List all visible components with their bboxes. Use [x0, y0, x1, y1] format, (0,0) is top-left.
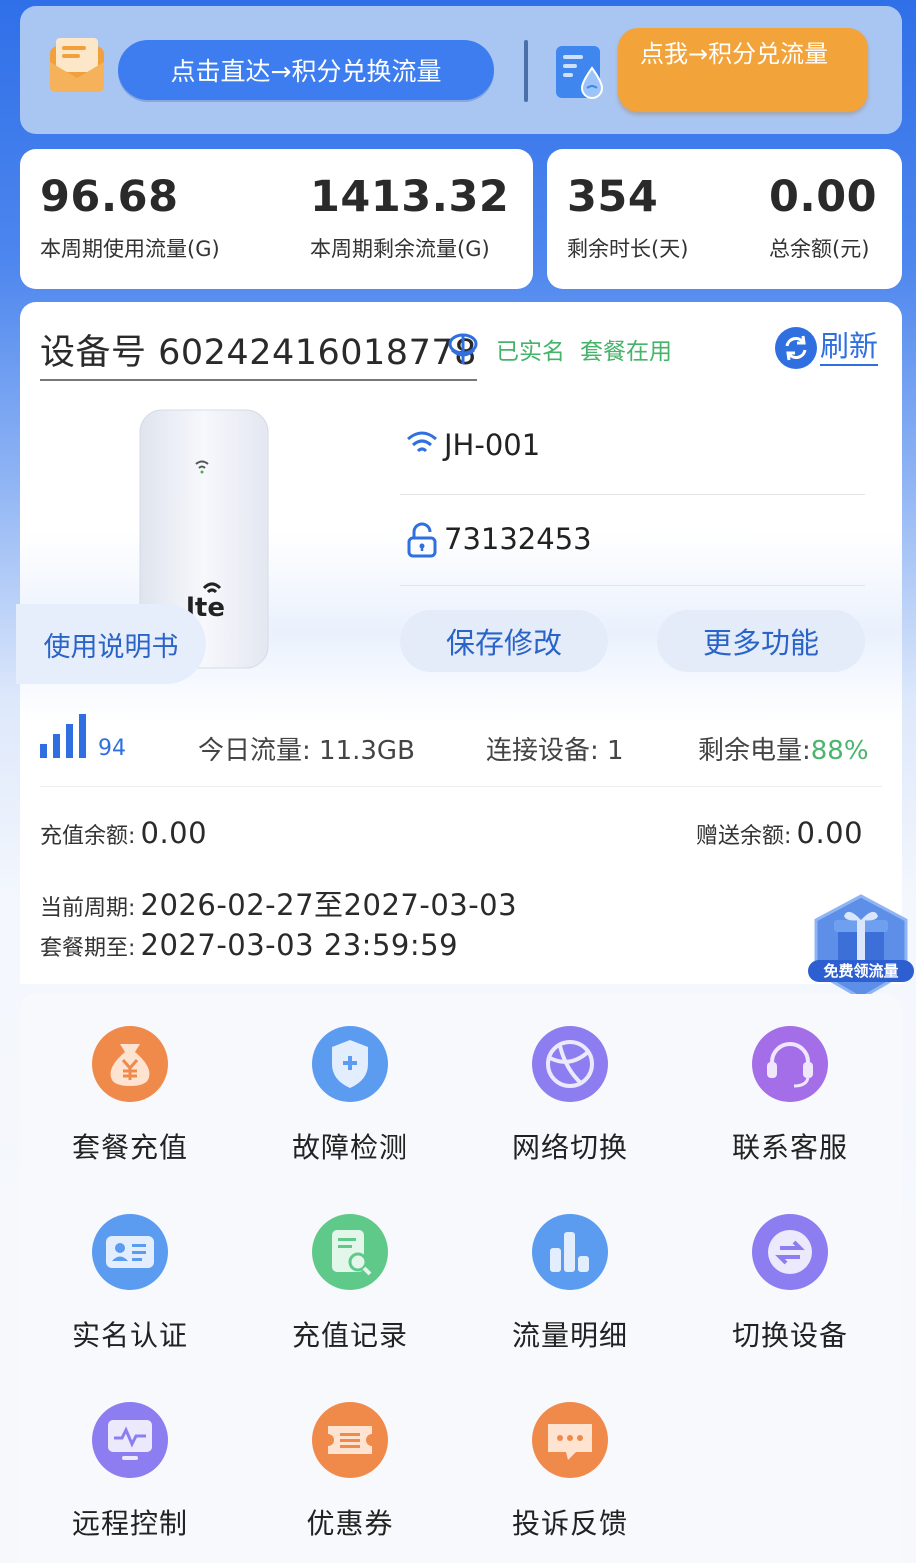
battery-value: 88% — [810, 736, 869, 766]
refresh-button[interactable]: 刷新 — [820, 328, 879, 366]
switch-arrows-icon — [752, 1214, 828, 1290]
id-card-icon — [92, 1214, 168, 1290]
password-divider — [400, 585, 865, 586]
plan-expiry-value: 2027-03-03 23:59:59 — [140, 928, 459, 962]
plan-expiry: 套餐期至: 2027-03-03 23:59:59 — [40, 928, 458, 962]
recharge-balance-label: 充值余额: — [40, 824, 136, 849]
balance-value: 0.00 — [769, 172, 878, 222]
more-functions-button[interactable]: 更多功能 — [657, 610, 865, 672]
recharge-balance-value: 0.00 — [140, 816, 208, 850]
chat-bubble-icon — [532, 1402, 608, 1478]
remaining-flow-label: 本周期剩余流量(G) — [310, 237, 490, 261]
signal-value: 94 — [98, 736, 126, 761]
grid-item-label: 实名认证 — [71, 1319, 188, 1352]
points-exchange-button[interactable]: 点击直达→积分兑换流量 — [118, 40, 494, 100]
free-data-gift-badge[interactable]: 免费领流量 — [806, 892, 916, 1002]
used-flow-value: 96.68 — [40, 172, 179, 222]
shield-plus-icon — [312, 1026, 388, 1102]
grid-item-coupons[interactable]: 优惠券 — [250, 1400, 450, 1542]
grid-item-label: 套餐充值 — [71, 1131, 188, 1164]
receipt-search-icon — [312, 1214, 388, 1290]
balance-label: 总余额(元) — [769, 237, 870, 261]
bar-chart-icon — [532, 1214, 608, 1290]
grid-item-remote-control[interactable]: 远程控制 — [30, 1400, 230, 1542]
lock-icon — [407, 522, 437, 558]
verified-status: 已实名 — [496, 339, 565, 365]
grid-item-label: 流量明细 — [511, 1319, 628, 1352]
grid-item-label: 充值记录 — [291, 1319, 408, 1352]
gift-balance-label: 赠送余额: — [696, 824, 792, 849]
days-left-value: 354 — [567, 172, 659, 222]
free-data-gift-label: 免费领流量 — [823, 962, 898, 980]
current-period-value: 2026-02-27至2027-03-03 — [140, 888, 518, 922]
grid-item-recharge-records[interactable]: 充值记录 — [250, 1212, 450, 1354]
current-period: 当前周期: 2026-02-27至2027-03-03 — [40, 882, 517, 924]
signal-strength-icon — [40, 714, 86, 758]
grid-item-label: 投诉反馈 — [511, 1507, 628, 1540]
refresh-icon[interactable] — [774, 326, 818, 370]
gift-balance: 赠送余额: 0.00 — [696, 816, 863, 850]
remaining-flow-stat: 1413.32 本周期剩余流量(G) — [310, 171, 509, 263]
grid-item-customer-service[interactable]: 联系客服 — [690, 1024, 890, 1166]
info-divider — [40, 786, 882, 787]
balance-stat: 0.00 总余额(元) — [769, 171, 877, 263]
current-period-label: 当前周期: — [40, 896, 136, 921]
grid-item-label: 网络切换 — [511, 1131, 628, 1164]
data-exchange-icon — [556, 46, 604, 99]
usage-stats-card: 96.68 本周期使用流量(G) 1413.32 本周期剩余流量(G) — [20, 149, 533, 289]
monitor-icon — [92, 1402, 168, 1478]
grid-item-real-name[interactable]: 实名认证 — [30, 1212, 230, 1354]
grid-item-label: 切换设备 — [731, 1319, 848, 1352]
plan-status: 套餐在用 — [580, 339, 672, 365]
grid-item-label: 优惠券 — [306, 1507, 394, 1540]
money-bag-icon — [92, 1026, 168, 1102]
grid-item-switch-device[interactable]: 切换设备 — [690, 1212, 890, 1354]
wifi-ssid[interactable]: JH-001 — [444, 428, 540, 462]
device-number: 设备号 60242416018778 — [40, 324, 477, 381]
days-left-stat: 354 剩余时长(天) — [567, 171, 688, 263]
grid-item-flow-details[interactable]: 流量明细 — [470, 1212, 670, 1354]
points-flow-button[interactable]: 点我→积分兑流量 — [618, 28, 868, 112]
grid-item-diagnosis[interactable]: 故障检测 — [250, 1024, 450, 1166]
plan-expiry-label: 套餐期至: — [40, 936, 136, 961]
grid-item-feedback[interactable]: 投诉反馈 — [470, 1400, 670, 1542]
battery-info: 剩余电量:88% — [698, 730, 869, 767]
envelope-icon — [50, 38, 104, 92]
wifi-icon — [407, 431, 437, 453]
recharge-balance: 充值余额: 0.00 — [40, 816, 207, 850]
globe-icon — [532, 1026, 608, 1102]
china-telecom-icon — [448, 333, 478, 364]
headset-icon — [752, 1026, 828, 1102]
remaining-flow-value: 1413.32 — [310, 172, 510, 222]
battery-label: 剩余电量: — [698, 736, 811, 766]
used-flow-stat: 96.68 本周期使用流量(G) — [40, 171, 220, 263]
time-balance-card: 354 剩余时长(天) 0.00 总余额(元) — [547, 149, 902, 289]
coupon-icon — [312, 1402, 388, 1478]
used-flow-label: 本周期使用流量(G) — [40, 237, 220, 261]
grid-item-label: 故障检测 — [291, 1131, 408, 1164]
banner-divider — [524, 40, 528, 102]
today-flow: 今日流量: 11.3GB — [198, 736, 415, 766]
grid-item-label: 远程控制 — [71, 1507, 188, 1540]
grid-item-label: 联系客服 — [731, 1131, 848, 1164]
gift-balance-value: 0.00 — [796, 816, 864, 850]
grid-item-network-switch[interactable]: 网络切换 — [470, 1024, 670, 1166]
device-card: 设备号 60242416018778 已实名 套餐在用 刷新 lte JH-00… — [16, 302, 902, 984]
days-left-label: 剩余时长(天) — [567, 237, 689, 261]
promo-banner: 点击直达→积分兑换流量 点我→积分兑流量 — [20, 6, 902, 134]
user-manual-button[interactable]: 使用说明书 — [16, 604, 206, 684]
grid-item-recharge[interactable]: 套餐充值 — [30, 1024, 230, 1166]
wifi-password[interactable]: 73132453 — [444, 522, 592, 556]
function-grid: 套餐充值 故障检测 网络切换 联系客服 实名认证 充值记录 流量明细 切换设备 … — [20, 994, 902, 1563]
ssid-divider — [400, 494, 865, 495]
connected-devices: 连接设备: 1 — [486, 736, 624, 766]
save-changes-button[interactable]: 保存修改 — [400, 610, 608, 672]
